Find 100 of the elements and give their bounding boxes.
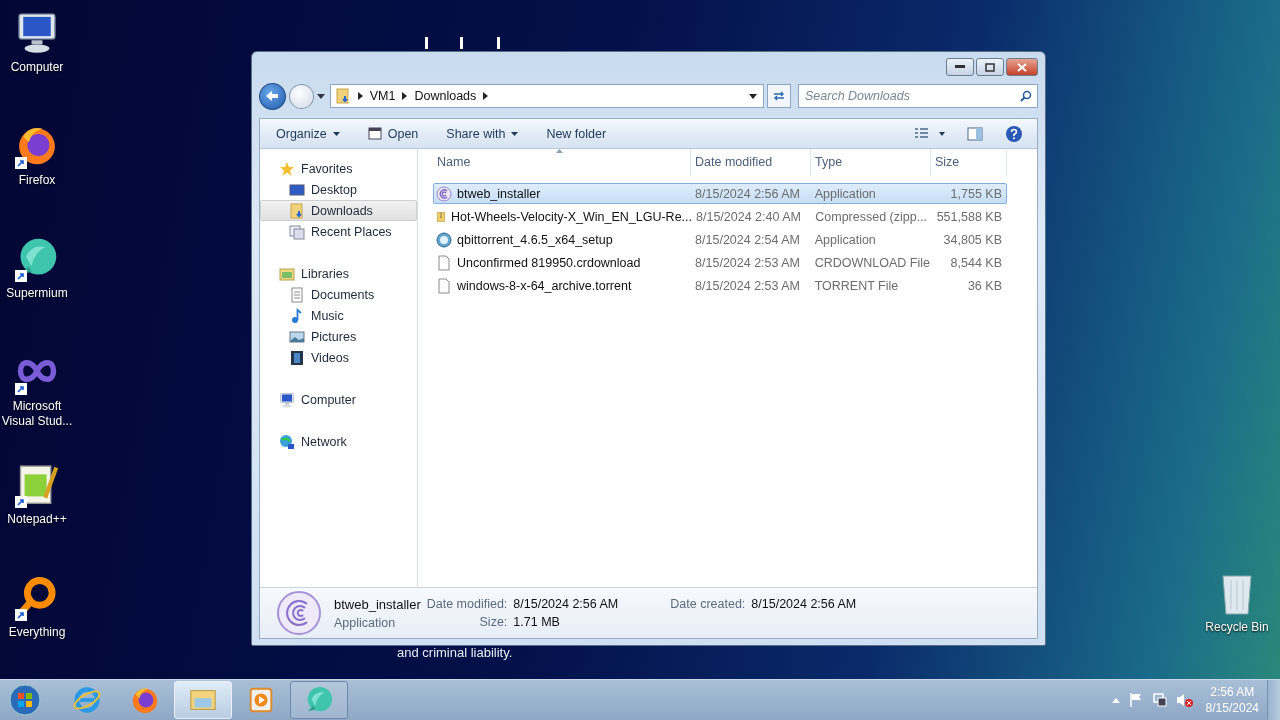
- toolbar-button[interactable]: Open: [359, 123, 427, 144]
- file-row[interactable]: windows-8-x-64_archive.torrent 8/15/2024 2:53 AM TORRENT File 36 KB: [433, 275, 1007, 296]
- app-icon: [276, 590, 322, 636]
- table-cell-text: 8/15/2024 2:54 AM: [694, 232, 802, 247]
- file-type: Application: [334, 615, 397, 630]
- desktop-icon-label[interactable]: Notepad++: [0, 512, 74, 527]
- desktop-icon: [289, 181, 305, 198]
- chevron-icon: [402, 92, 408, 100]
- breadcrumb-item[interactable]: Downloads: [414, 89, 477, 103]
- nav-item[interactable]: Recent Places: [260, 221, 417, 242]
- maximize-button[interactable]: [976, 58, 1004, 76]
- desktop-icon-label[interactable]: Microsoft Visual Stud...: [0, 399, 74, 429]
- flag-icon[interactable]: [1127, 692, 1144, 708]
- table-cell-text: 8/15/2024 2:53 AM: [694, 278, 802, 293]
- table-cell-text: TORRENT File: [813, 278, 900, 293]
- desktop-icon-label[interactable]: Supermium: [0, 286, 74, 301]
- column-header[interactable]: Type: [811, 149, 931, 176]
- open-icon: [367, 127, 382, 140]
- nav-item[interactable]: Documents: [260, 284, 417, 305]
- nav-item[interactable]: Music: [260, 305, 417, 326]
- back-button[interactable]: [259, 82, 286, 110]
- app-icon: [436, 231, 452, 248]
- file-icon: [436, 277, 452, 294]
- desktop-icon-label[interactable]: Recycle Bin: [1200, 620, 1274, 635]
- table-cell-text: 8/15/2024 2:56 AM: [694, 186, 802, 201]
- maximize-icon: [985, 62, 995, 72]
- clock-time: 2:56 AM: [1210, 684, 1255, 700]
- table-cell-text: 36 KB: [966, 278, 1003, 293]
- computer-icon: [279, 391, 295, 408]
- search-field[interactable]: Search Downloads: [798, 84, 1038, 108]
- toolbar-button[interactable]: Share with: [438, 123, 527, 144]
- nav-item[interactable]: Downloads: [260, 200, 417, 221]
- desktop-icon-label[interactable]: Firefox: [0, 173, 74, 188]
- back-arrow-icon: [265, 90, 280, 102]
- address-bar[interactable]: VM1 Downloads: [329, 84, 765, 108]
- background-text: and criminal liability.: [397, 645, 513, 660]
- nav-item[interactable]: Network: [260, 431, 417, 452]
- computer-icon: [15, 10, 59, 54]
- search-icon: [1020, 90, 1032, 102]
- firefox-icon: [130, 685, 160, 715]
- breadcrumb-item[interactable]: VM1: [369, 89, 396, 103]
- nav-item[interactable]: Videos: [260, 347, 417, 368]
- chevron-icon: [357, 92, 363, 100]
- table-cell-text: 8/15/2024 2:53 AM: [694, 255, 802, 270]
- minimize-icon: [955, 65, 965, 69]
- toolbar-button[interactable]: New folder: [538, 123, 615, 144]
- table-cell-text: 34,805 KB: [942, 232, 1003, 247]
- refresh-button[interactable]: [767, 84, 791, 108]
- table-cell-text: 1,755 KB: [949, 186, 1003, 201]
- sort-arrow-icon: [556, 149, 563, 153]
- volume-muted-icon[interactable]: [1175, 692, 1194, 708]
- file-row[interactable]: qbittorrent_4.6.5_x64_setup 8/15/2024 2:54 AM Application 34,805 KB: [433, 229, 1007, 250]
- nav-item[interactable]: Desktop: [260, 179, 417, 200]
- file-name: qbittorrent_4.6.5_x64_setup: [457, 232, 613, 247]
- close-button[interactable]: [1006, 58, 1038, 76]
- file-name: btweb_installer: [457, 186, 541, 201]
- network-icon: [279, 433, 295, 450]
- folder-icon: [334, 88, 351, 104]
- app-icon: [436, 185, 452, 202]
- table-cell-text: 8,544 KB: [949, 255, 1003, 270]
- pictures-icon: [289, 328, 305, 345]
- browser-icon[interactable]: [72, 685, 102, 715]
- dropdown-arrow-icon[interactable]: [316, 93, 325, 99]
- table-cell-text: Compressed (zipp...: [814, 209, 929, 224]
- folder-icon: [289, 202, 305, 219]
- table-cell-text: Application: [813, 186, 877, 201]
- field-value: 8/15/2024 2:56 AM: [513, 597, 619, 611]
- show-desktop-button[interactable]: [1267, 680, 1280, 720]
- nav-item[interactable]: Favorites: [260, 158, 417, 179]
- file-name: Unconfirmed 819950.crdownload: [457, 255, 641, 270]
- file-name: btweb_installer: [334, 596, 421, 612]
- desktop-icon-label[interactable]: Computer: [0, 60, 74, 75]
- taskbar-button[interactable]: [290, 681, 348, 719]
- close-icon: [1017, 62, 1027, 72]
- field-value: 1.71 MB: [513, 615, 561, 629]
- refresh-icon: [772, 90, 787, 102]
- toolbar-button[interactable]: Organize: [268, 123, 348, 144]
- minimize-button[interactable]: [946, 58, 974, 76]
- column-header[interactable]: Date modified: [691, 149, 811, 176]
- star-icon: [279, 160, 295, 177]
- nav-item[interactable]: Pictures: [260, 326, 417, 347]
- dropdown-arrow-icon[interactable]: [749, 93, 758, 99]
- tray-arrow-icon[interactable]: [1111, 697, 1120, 703]
- file-icon: [436, 254, 452, 271]
- field-label: Date modified:: [426, 597, 508, 611]
- file-row[interactable]: btweb_installer 8/15/2024 2:56 AM Application 1,755 KB: [433, 183, 1007, 204]
- file-row[interactable]: Unconfirmed 819950.crdownload 8/15/2024 2:53 AM CRDOWNLOAD File 8,544 KB: [433, 252, 1007, 273]
- clock-date: 8/15/2024: [1205, 700, 1259, 716]
- table-cell-text: Application: [813, 232, 877, 247]
- file-row[interactable]: Hot-Wheels-Velocity-X_Win_EN_LGU-Re... 8/15/2024 2:40 AM Compressed (zipp... 551,588 KB: [433, 206, 1007, 227]
- network-icon[interactable]: [1151, 692, 1168, 708]
- column-header[interactable]: Size: [931, 149, 1007, 176]
- desktop-icon-label[interactable]: Everything: [0, 625, 74, 640]
- table-cell-text: CRDOWNLOAD File: [813, 255, 931, 270]
- document-icon: [289, 286, 305, 303]
- field-label: Size:: [478, 615, 508, 629]
- recent-places-icon: [289, 223, 305, 240]
- nav-item[interactable]: Computer: [260, 389, 417, 410]
- field-label: Date created:: [670, 597, 746, 611]
- nav-item[interactable]: Libraries: [260, 263, 417, 284]
